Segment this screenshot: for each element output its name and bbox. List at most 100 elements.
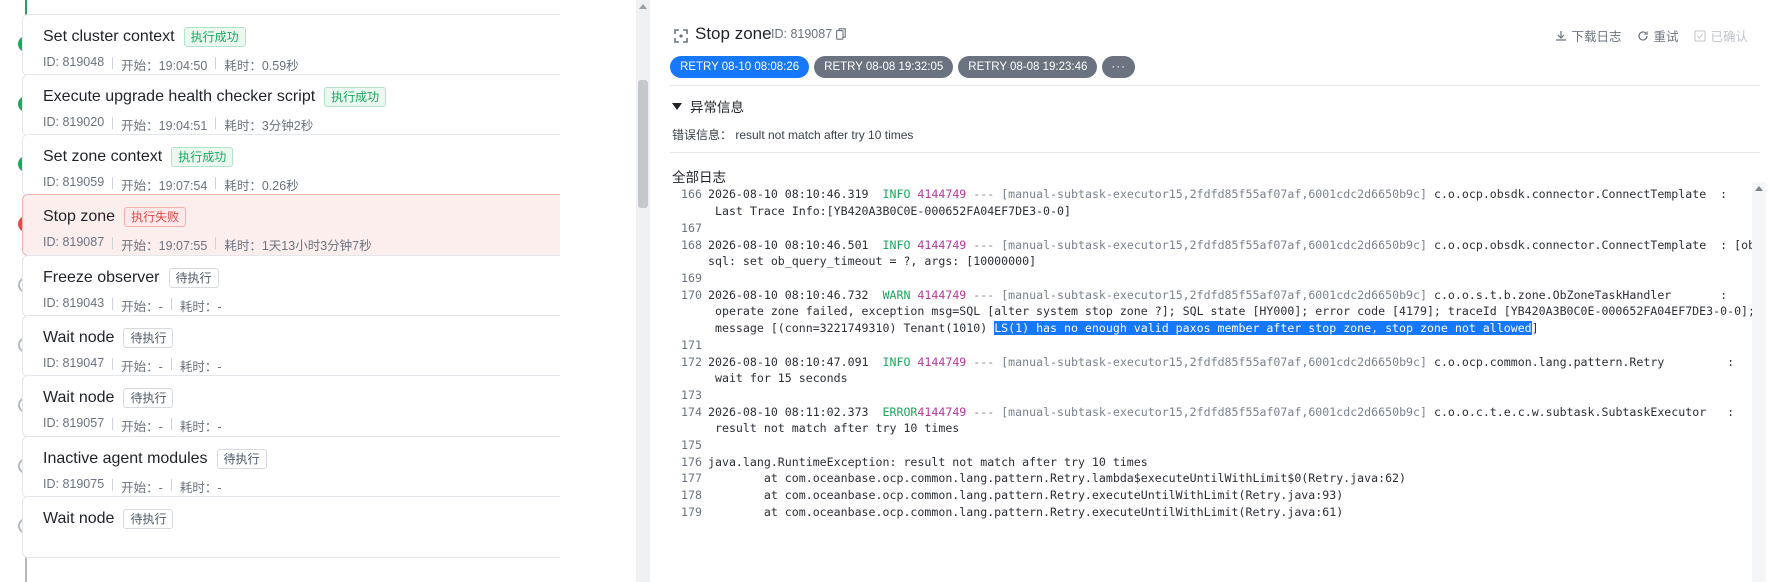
log-class: c.o.ocp.obsdk.connector.ConnectTemplate … <box>1433 238 1752 252</box>
task-title-row: Wait node 待执行 <box>43 388 174 408</box>
separator <box>112 177 114 189</box>
log-line: 172 2026-08-10 08:10:47.091 INFO 4144749 … <box>670 354 1734 370</box>
task-start: 开始：- <box>121 420 163 434</box>
log-timestamp: 2026-08-10 08:10:47.091 <box>708 355 869 369</box>
log-line: 176 java.lang.RuntimeException: result no… <box>670 454 1148 470</box>
refresh-icon <box>1638 30 1649 41</box>
log-gap <box>1427 405 1434 419</box>
task-title: Stop zone <box>43 208 116 225</box>
status-badge: 待执行 <box>123 388 174 408</box>
task-duration: 耗时：1天13小时3分钟7秒 <box>224 239 372 253</box>
task-card[interactable]: Execute upgrade health checker script 执行… <box>22 74 560 136</box>
retry-pill[interactable]: RETRY 08-08 19:32:05 <box>814 56 954 78</box>
retry-button[interactable]: 重试 <box>1637 26 1678 45</box>
status-badge: 执行成功 <box>324 87 387 107</box>
task-duration: 耗时：- <box>179 481 222 495</box>
task-card[interactable]: Set cluster context 执行成功 ID: 819048 开始：1… <box>22 14 560 76</box>
task-start: 开始：19:04:51 <box>121 119 208 133</box>
log-pid: 4144749 <box>917 238 967 252</box>
log-line: 178 at com.oceanbase.ocp.common.lang.pat… <box>670 487 1343 503</box>
log-line: 174 2026-08-10 08:11:02.373 ERROR4144749 … <box>670 404 1734 420</box>
scroll-up-arrow-icon[interactable] <box>639 4 647 9</box>
task-duration: 耗时：0.59秒 <box>224 59 299 73</box>
log-line: 169 <box>670 270 708 286</box>
retry-pill[interactable]: RETRY 08-10 08:08:26 <box>670 56 810 78</box>
log-line: 175 <box>670 437 708 453</box>
task-card[interactable]: Inactive agent modules 待执行 ID: 819075 开始… <box>22 436 560 498</box>
separator <box>112 358 114 370</box>
line-number: 174 <box>681 405 702 419</box>
task-title: Wait node <box>43 510 115 527</box>
task-title: Set zone context <box>43 148 163 165</box>
task-card[interactable]: Set zone context 执行成功 ID: 819059 开始：19:0… <box>22 134 560 196</box>
scroll-up-arrow-icon[interactable] <box>1755 186 1763 191</box>
log-gap <box>869 405 883 419</box>
log-continuation: result not match after try 10 times <box>708 421 960 435</box>
log-line: 179 at com.oceanbase.ocp.common.lang.pat… <box>670 504 1343 520</box>
status-badge: 待执行 <box>123 328 174 348</box>
log-pid: 4144749 <box>917 405 967 419</box>
log-level: WARN <box>882 288 911 302</box>
task-card[interactable]: Wait node 待执行 ID: 819057 开始：- 耗时：- ⋮ <box>22 375 560 437</box>
divider <box>670 85 1760 86</box>
log-continuation: Last Trace Info:[YB420A3B0C0E-000652FA04… <box>708 204 1071 218</box>
confirm-button[interactable]: 已确认 <box>1694 26 1748 45</box>
task-start: 开始：- <box>121 300 163 314</box>
log-timestamp: 2026-08-10 08:10:46.501 <box>708 238 869 252</box>
log-thread: --- [manual-subtask-executor15,2fdfd85f5… <box>973 288 1427 302</box>
line-number: 168 <box>681 238 702 252</box>
task-card[interactable]: Wait node 待执行 ID: 819047 开始：- 耗时：- ⋮ <box>22 315 560 377</box>
task-card[interactable]: Stop zone 执行失败 ID: 819087 开始：19:07:55 耗时… <box>22 194 560 256</box>
expand-icon[interactable] <box>673 28 689 44</box>
retry-pill[interactable]: RETRY 08-08 19:23:46 <box>958 56 1098 78</box>
task-id: ID: 819075 <box>43 477 105 491</box>
task-id: ID: 819057 <box>43 416 105 430</box>
download-log-button[interactable]: 下载日志 <box>1555 26 1621 45</box>
log-thread: --- [manual-subtask-executor15,2fdfd85f5… <box>973 187 1427 201</box>
log-line: message [(conn=3221749310) Tenant(1010) … <box>670 320 1539 336</box>
separator <box>215 57 217 69</box>
app-root: Set cluster context 执行成功 ID: 819048 开始：1… <box>0 0 1768 582</box>
task-title-row: Set cluster context 执行成功 <box>43 27 246 47</box>
copy-icon[interactable] <box>836 28 846 40</box>
task-title-row: Set zone context 执行成功 <box>43 147 234 167</box>
separator <box>112 57 114 69</box>
retry-more-button[interactable]: ··· <box>1102 56 1135 78</box>
log-level: INFO <box>882 238 911 252</box>
separator <box>112 298 114 310</box>
log-viewer[interactable]: 166 2026-08-10 08:10:46.319 INFO 4144749 … <box>670 182 1752 582</box>
log-thread: --- [manual-subtask-executor15,2fdfd85f5… <box>973 238 1427 252</box>
line-number: 167 <box>681 221 702 235</box>
check-square-icon <box>1694 30 1706 41</box>
separator <box>170 479 172 491</box>
task-meta: ID: 819059 开始：19:07:54 耗时：0.26秒 <box>43 175 299 194</box>
log-scrollbar[interactable] <box>1752 182 1766 582</box>
log-class: c.o.ocp.common.lang.pattern.Retry : <box>1433 355 1735 369</box>
task-list-panel: Set cluster context 执行成功 ID: 819048 开始：1… <box>0 0 560 582</box>
task-start: 开始：- <box>121 481 163 495</box>
log-continuation: operate zone failed, exception msg=SQL [… <box>708 304 1752 318</box>
exception-header: 异常信息 <box>690 100 744 115</box>
task-card[interactable]: Wait node 待执行 <box>22 496 560 558</box>
log-gap <box>1427 288 1434 302</box>
task-id: ID: 819020 <box>43 115 105 129</box>
log-line: 168 2026-08-10 08:10:46.501 INFO 4144749 … <box>670 237 1752 253</box>
log-selection: LS(1) has no enough valid paxos member a… <box>994 321 1532 335</box>
line-number: 170 <box>681 288 702 302</box>
scrollbar-thumb[interactable] <box>638 80 648 208</box>
log-timestamp: 2026-08-10 08:11:02.373 <box>708 405 869 419</box>
task-list-scrollbar[interactable] <box>636 0 650 582</box>
log-continuation: message [(conn=3221749310) Tenant(1010) <box>708 321 995 335</box>
task-title-row: Execute upgrade health checker script 执行… <box>43 87 387 107</box>
confirm-label: 已确认 <box>1710 30 1748 44</box>
task-card[interactable]: Freeze observer 待执行 ID: 819043 开始：- 耗时：-… <box>22 255 560 317</box>
separator <box>112 117 114 129</box>
log-pid: 4144749 <box>917 355 967 369</box>
status-badge: 待执行 <box>123 509 174 529</box>
exception-section-toggle[interactable]: 异常信息 <box>672 96 744 116</box>
status-badge: 执行成功 <box>183 27 246 47</box>
log-gap <box>869 355 883 369</box>
line-number: 179 <box>681 505 702 519</box>
task-start: 开始：- <box>121 360 163 374</box>
task-id: ID: 819043 <box>43 296 105 310</box>
